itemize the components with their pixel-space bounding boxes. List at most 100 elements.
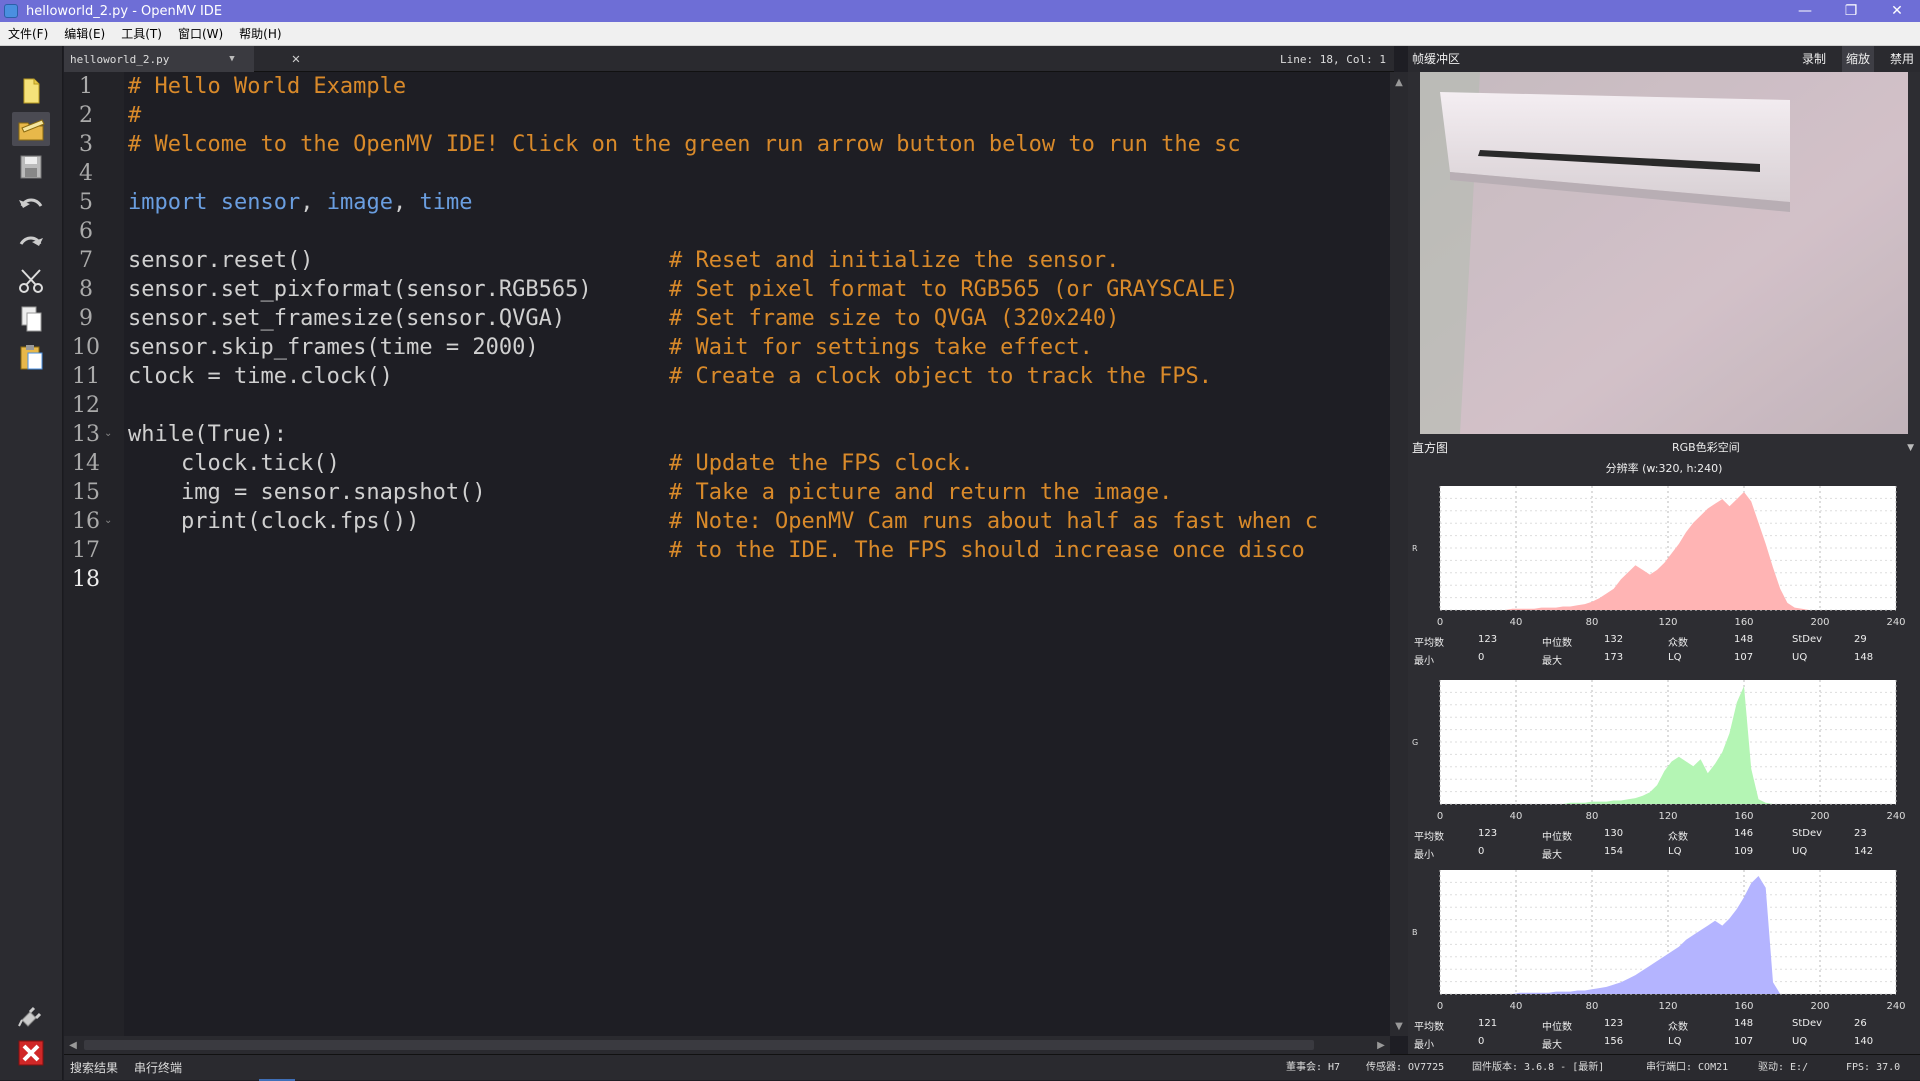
fold-arrow-icon[interactable]: ⌄	[104, 515, 112, 526]
serial-terminal-tab[interactable]: 串行终端	[134, 1055, 182, 1081]
undo-button[interactable]	[12, 188, 50, 222]
redo-button[interactable]	[12, 226, 50, 260]
histogram-stat: 26	[1854, 1018, 1867, 1029]
tab-dropdown-arrow-icon[interactable]: ▼	[224, 46, 240, 72]
histogram-stat: 平均数	[1414, 832, 1444, 843]
line-number: 8	[79, 277, 93, 302]
histogram-channel-label: G	[1412, 738, 1419, 747]
histogram-tick-label: 120	[1658, 1001, 1678, 1012]
maximize-button[interactable]: ❐	[1828, 0, 1874, 22]
code-editor[interactable]: # Hello World Example # # Welcome to the…	[124, 72, 1390, 1036]
plug-icon	[18, 1006, 42, 1027]
histogram-tick-label: 160	[1734, 617, 1754, 628]
search-results-tab[interactable]: 搜索结果	[70, 1055, 118, 1081]
sensor-status: 传感器: OV7725	[1366, 1062, 1445, 1073]
histogram-stat: 中位数	[1542, 832, 1572, 843]
connect-button[interactable]	[12, 998, 50, 1032]
line-number: 10	[72, 335, 100, 360]
histogram-stat: 中位数	[1542, 638, 1572, 649]
status-bar: 搜索结果 串行终端 董事会: H7 传感器: OV7725 固件版本: 3.6.…	[64, 1054, 1920, 1081]
histogram-stat: 最小	[1414, 1040, 1434, 1051]
scroll-left-arrow-icon[interactable]: ◀	[64, 1036, 82, 1054]
histogram-stat: 146	[1734, 828, 1754, 839]
histogram-tick-label: 0	[1436, 811, 1444, 822]
comment-line-9: # Set frame size to QVGA (320x240)	[669, 306, 1120, 331]
color-space-select[interactable]: RGB色彩空间	[1672, 438, 1740, 458]
code-line-13: while(True):	[128, 422, 287, 447]
line-number: 6	[79, 219, 93, 244]
histogram-stat: LQ	[1668, 1036, 1682, 1047]
minimize-button[interactable]: —	[1782, 0, 1828, 22]
line-number: 7	[79, 248, 93, 273]
scroll-up-arrow-icon[interactable]: ▲	[1390, 74, 1408, 90]
histogram-tick-label: 40	[1509, 811, 1523, 822]
histogram-stat: 130	[1604, 828, 1624, 839]
menu-help[interactable]: 帮助(H)	[231, 25, 289, 42]
histogram-stat: 最大	[1542, 1040, 1562, 1051]
histogram-channel-label: R	[1412, 544, 1418, 553]
histogram-stat: 众数	[1668, 638, 1688, 649]
histogram-stat: UQ	[1792, 1036, 1808, 1047]
new-file-button[interactable]	[12, 74, 50, 108]
code-line-5: import sensor, image, time	[128, 190, 473, 215]
copy-button[interactable]	[12, 302, 50, 336]
histogram-stat: 156	[1604, 1036, 1624, 1047]
comment-line-15: # Take a picture and return the image.	[669, 480, 1173, 505]
comment-line-16: # Note: OpenMV Cam runs about half as fa…	[669, 509, 1319, 534]
copy-icon	[21, 306, 42, 332]
zoom-button[interactable]: 缩放	[1842, 46, 1875, 72]
close-button[interactable]: ✕	[1874, 0, 1920, 22]
save-icon	[20, 155, 42, 179]
paste-button[interactable]	[12, 340, 50, 374]
paste-icon	[20, 345, 43, 370]
code-line-2: #	[128, 103, 142, 128]
histogram-stat: 众数	[1668, 832, 1688, 843]
menu-file[interactable]: 文件(F)	[0, 25, 56, 42]
scroll-down-arrow-icon[interactable]: ▼	[1390, 1018, 1408, 1034]
code-line-7: sensor.reset()	[128, 248, 314, 273]
histogram-stat: 最小	[1414, 850, 1434, 861]
new-file-icon	[23, 78, 40, 104]
editor-horizontal-scrollbar[interactable]: ◀ ▶	[64, 1036, 1390, 1054]
menu-edit[interactable]: 编辑(E)	[56, 25, 113, 42]
fold-arrow-icon[interactable]: ⌄	[104, 428, 112, 439]
frame-buffer-header: 帧缓冲区 录制 缩放 禁用	[1408, 46, 1920, 72]
menu-tools[interactable]: 工具(T)	[113, 25, 170, 42]
line-number-gutter: 1 2 3 4 5 6 7 8 9 10 11 12 13 ⌄ 14 15 16…	[64, 72, 124, 1036]
histogram-stat: 140	[1854, 1036, 1874, 1047]
frame-buffer-title: 帧缓冲区	[1412, 52, 1461, 66]
horizontal-scroll-thumb[interactable]	[84, 1040, 1314, 1050]
stop-x-icon	[18, 1040, 44, 1066]
histogram-tick-label: 160	[1734, 811, 1754, 822]
line-number: 1	[79, 74, 93, 99]
histogram-stat: 平均数	[1414, 638, 1444, 649]
stop-button[interactable]	[12, 1036, 50, 1070]
openmv-app-icon	[4, 4, 18, 18]
line-number: 4	[79, 161, 93, 186]
comment-line-8: # Set pixel format to RGB565 (or GRAYSCA…	[669, 277, 1239, 302]
histogram-stat: 最大	[1542, 656, 1562, 667]
histogram-stat: 107	[1734, 652, 1754, 663]
cut-button[interactable]	[12, 264, 50, 298]
open-file-button[interactable]	[12, 112, 50, 146]
histogram-tick-label: 120	[1658, 617, 1678, 628]
histogram-tick-label: 200	[1810, 617, 1830, 628]
editor-vertical-scrollbar[interactable]: ▲ ▼	[1390, 72, 1408, 1036]
line-number: 14	[72, 451, 100, 476]
histogram-stat: 最大	[1542, 850, 1562, 861]
menu-bar: 文件(F) 编辑(E) 工具(T) 窗口(W) 帮助(H)	[0, 22, 1920, 46]
record-button[interactable]: 录制	[1798, 46, 1830, 72]
histogram-tick-label: 0	[1436, 617, 1444, 628]
menu-window[interactable]: 窗口(W)	[170, 25, 231, 42]
color-space-dropdown-icon[interactable]: ▼	[1907, 438, 1914, 458]
histogram-stat: 平均数	[1414, 1022, 1444, 1033]
comment-line-7: # Reset and initialize the sensor.	[669, 248, 1120, 273]
histogram-stat: 148	[1734, 1018, 1754, 1029]
firmware-status[interactable]: 固件版本: 3.6.8 - [最新]	[1472, 1055, 1604, 1081]
line-number: 2	[79, 103, 93, 128]
histogram-stat: LQ	[1668, 652, 1682, 663]
scroll-right-arrow-icon[interactable]: ▶	[1372, 1036, 1390, 1054]
disable-button[interactable]: 禁用	[1886, 46, 1918, 72]
save-button[interactable]	[12, 150, 50, 184]
close-tab-icon[interactable]: ✕	[286, 46, 306, 72]
